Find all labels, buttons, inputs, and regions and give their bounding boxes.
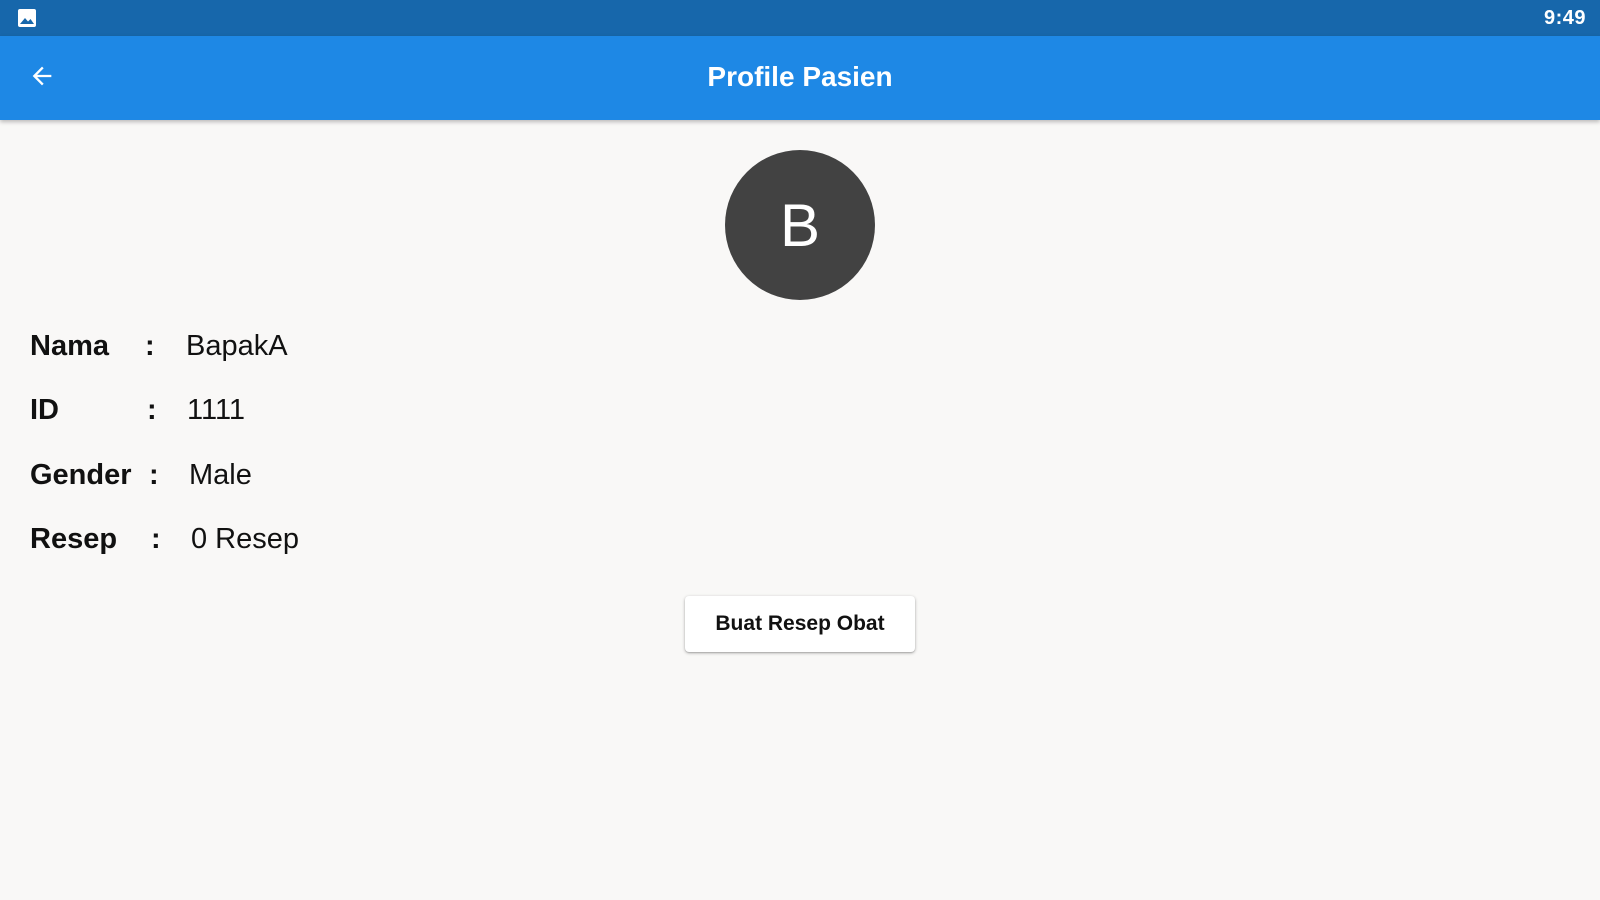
info-label: Gender <box>30 459 132 491</box>
gallery-icon <box>17 8 37 28</box>
info-label: Resep <box>30 523 118 555</box>
info-separator: : <box>147 394 157 426</box>
info-value: BapakA <box>186 330 288 362</box>
info-value: 1111 <box>187 394 246 426</box>
info-label: Nama <box>30 330 109 362</box>
info-separator: : <box>145 330 155 362</box>
status-bar: 9:49 <box>0 0 1600 36</box>
info-separator: : <box>151 523 161 555</box>
info-value: 0 Resep <box>191 523 300 555</box>
status-time: 9:49 <box>1543 7 1586 29</box>
create-prescription-button[interactable]: Buat Resep Obat <box>685 596 915 652</box>
info-label: ID <box>30 394 59 426</box>
avatar: B <box>725 150 875 300</box>
info-value: Male <box>189 459 252 491</box>
app-bar: Profile Pasien <box>0 36 1600 120</box>
info-separator: : <box>149 459 159 491</box>
page-title: Profile Pasien <box>707 61 893 92</box>
